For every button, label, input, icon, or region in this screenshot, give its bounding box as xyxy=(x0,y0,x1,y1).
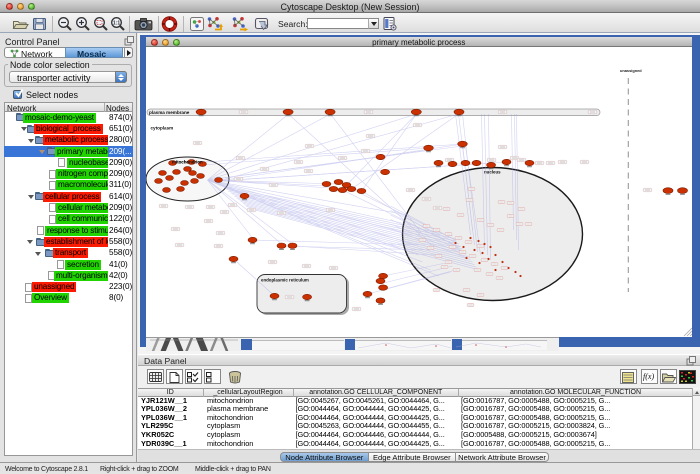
svg-text:mitochondrion: mitochondrion xyxy=(172,160,203,165)
svg-text:plasma membrane: plasma membrane xyxy=(149,110,190,115)
svg-text:endoplasmic reticulum: endoplasmic reticulum xyxy=(261,278,309,283)
svg-text:cytoplasm: cytoplasm xyxy=(150,126,173,131)
svg-text:1:1: 1:1 xyxy=(113,21,120,27)
svg-text:nucleus: nucleus xyxy=(484,170,501,175)
svg-text:unassigned: unassigned xyxy=(620,68,642,73)
